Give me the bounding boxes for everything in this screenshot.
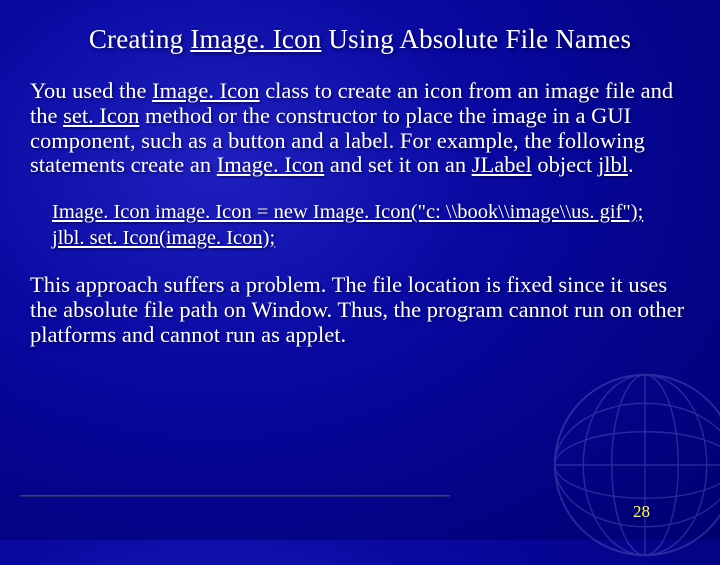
p1-u1: Image. Icon — [152, 78, 259, 103]
globe-icon — [550, 370, 720, 560]
slide: Creating Image. Icon Using Absolute File… — [0, 0, 720, 540]
p1-u3: Image. Icon — [217, 152, 324, 177]
code-line-2: jlbl. set. Icon(image. Icon); — [52, 227, 275, 249]
code-block: Image. Icon image. Icon = new Image. Ico… — [52, 200, 690, 251]
p1-u5: jlbl — [598, 152, 628, 177]
title-underline-1: Image. Icon — [190, 24, 321, 54]
p1-u4: JLabel — [472, 152, 532, 177]
title-text-2: Using Absolute File Names — [321, 24, 631, 54]
divider-line — [20, 495, 450, 498]
p1-s7: and set it on an — [324, 152, 471, 177]
code-line-1: Image. Icon image. Icon = new Image. Ico… — [52, 201, 643, 223]
p1-s11: . — [628, 152, 634, 177]
slide-title: Creating Image. Icon Using Absolute File… — [30, 24, 690, 55]
paragraph-2: This approach suffers a problem. The fil… — [30, 273, 690, 347]
p1-u2: set. Icon — [63, 103, 139, 128]
paragraph-1: You used the Image. Icon class to create… — [30, 79, 690, 178]
title-text-1: Creating — [89, 24, 191, 54]
page-number: 28 — [633, 502, 650, 522]
p1-s1: You used the — [30, 78, 152, 103]
p1-s9: object — [532, 152, 598, 177]
